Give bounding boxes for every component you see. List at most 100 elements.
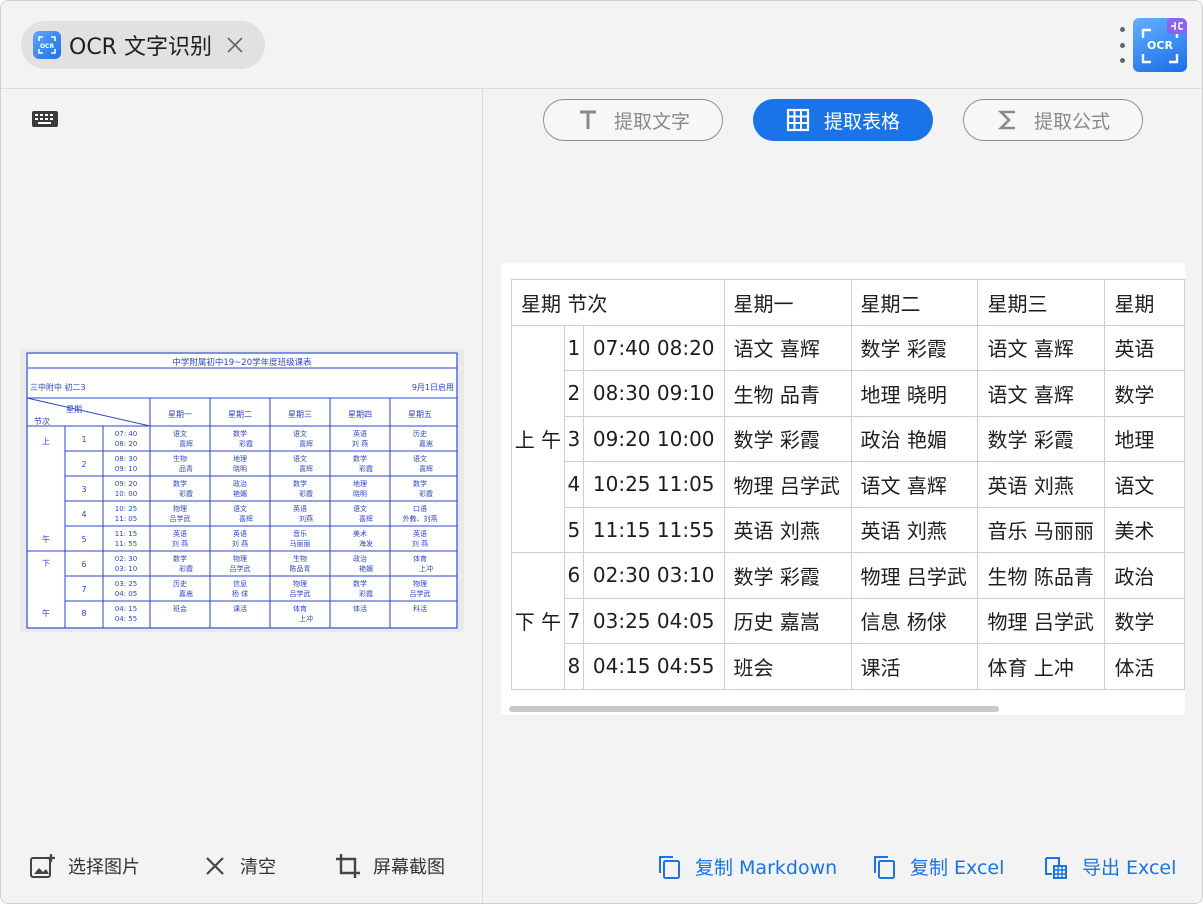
table-cell[interactable]: 体育 上冲 — [977, 643, 1106, 690]
svg-text:04: 05: 04: 05 — [115, 590, 137, 598]
table-scroll-area[interactable]: 星期 节次 星期一 星期二 星期三 星期 上 午 1 07:40 08:20 语… — [511, 279, 1185, 691]
table-cell[interactable]: 数学 彩霞 — [850, 324, 979, 371]
time-cell[interactable]: 08:30 09:10 — [582, 370, 725, 417]
table-cell[interactable]: 历史 嘉嵩 — [723, 597, 852, 644]
header-cell[interactable]: 星期一 — [723, 279, 852, 326]
svg-text:彩霞: 彩霞 — [419, 489, 433, 498]
table-cell[interactable]: 音乐 马丽丽 — [977, 506, 1106, 553]
svg-text:政治: 政治 — [353, 554, 367, 563]
table-cell[interactable]: 数学 彩霞 — [977, 415, 1106, 462]
time-cell[interactable]: 07:40 08:20 — [582, 324, 725, 371]
table-cell[interactable]: 数学 — [1104, 370, 1185, 417]
table-cell[interactable]: 生物 品青 — [723, 370, 852, 417]
header-cell[interactable]: 星期 — [1104, 279, 1185, 326]
section-cell[interactable]: 1 — [563, 324, 584, 371]
svg-text:午: 午 — [42, 608, 50, 618]
copy-excel-button[interactable]: 复制 Excel — [872, 853, 1004, 880]
section-cell[interactable]: 2 — [563, 370, 584, 417]
time-cell[interactable]: 10:25 11:05 — [582, 461, 725, 508]
table-cell[interactable]: 语文 — [1104, 461, 1185, 508]
svg-text:04: 55: 04: 55 — [115, 615, 137, 623]
extracted-table: 星期 节次 星期一 星期二 星期三 星期 上 午 1 07:40 08:20 语… — [511, 279, 1185, 690]
period-cell[interactable]: 下 午 — [511, 552, 565, 690]
table-cell[interactable]: 体活 — [1104, 643, 1185, 690]
table-cell[interactable]: 数学 — [1104, 597, 1185, 644]
clear-button[interactable]: 清空 — [202, 853, 276, 879]
ocr-app-logo[interactable]: OCR — [1133, 18, 1187, 72]
section-cell[interactable]: 4 — [563, 461, 584, 508]
table-cell[interactable]: 美术 — [1104, 506, 1185, 553]
table-cell[interactable]: 语文 喜辉 — [977, 370, 1106, 417]
section-cell[interactable]: 6 — [563, 552, 584, 599]
svg-text:08: 30: 08: 30 — [115, 455, 137, 463]
svg-text:数学: 数学 — [173, 479, 187, 488]
table-cell[interactable]: 英语 — [1104, 324, 1185, 371]
thumb-right-info: 9月1日启用 — [412, 382, 454, 392]
time-cell[interactable]: 03:25 04:05 — [582, 597, 725, 644]
source-image-thumbnail: 中学附属初中19~20学年度班级课表 三中附中 初二3 9月1日启用 星期 节次… — [20, 349, 464, 632]
table-cell[interactable]: 物理 吕学武 — [850, 552, 979, 599]
svg-text:数学: 数学 — [173, 554, 187, 563]
table-cell[interactable]: 政治 — [1104, 552, 1185, 599]
svg-text:语文: 语文 — [413, 454, 427, 463]
time-cell[interactable]: 02:30 03:10 — [582, 552, 725, 599]
period-cell[interactable]: 上 午 — [511, 324, 565, 553]
table-cell[interactable]: 数学 彩霞 — [723, 415, 852, 462]
time-cell[interactable]: 09:20 10:00 — [582, 415, 725, 462]
mode-extract-text-button[interactable]: 提取文字 — [543, 99, 723, 141]
table-cell[interactable]: 物理 吕学武 — [723, 461, 852, 508]
table-cell[interactable]: 英语 刘燕 — [977, 461, 1106, 508]
table-cell[interactable]: 物理 吕学武 — [977, 597, 1106, 644]
close-icon[interactable] — [224, 34, 246, 56]
section-cell[interactable]: 7 — [563, 597, 584, 644]
select-image-button[interactable]: 选择图片 — [30, 853, 140, 879]
table-cell[interactable]: 语文 喜辉 — [977, 324, 1106, 371]
export-excel-label: 导出 Excel — [1082, 857, 1177, 879]
svg-text:信息: 信息 — [233, 579, 247, 588]
thumb-col-wed: 星期三 — [288, 410, 312, 419]
section-cell[interactable]: 8 — [563, 643, 584, 690]
table-row: 2 08:30 09:10 生物 品青 地理 晓明 语文 喜辉 数学 — [512, 370, 1185, 417]
table-cell[interactable]: 英语 刘燕 — [850, 506, 979, 553]
svg-text:09: 10: 09: 10 — [115, 465, 137, 473]
table-cell[interactable]: 英语 刘燕 — [723, 506, 852, 553]
svg-text:陈品青: 陈品青 — [290, 564, 311, 573]
svg-text:外教、刘燕: 外教、刘燕 — [403, 514, 438, 523]
timetable-image: 中学附属初中19~20学年度班级课表 三中附中 初二3 9月1日启用 星期 节次… — [26, 352, 458, 629]
svg-text:刘 燕: 刘 燕 — [172, 539, 188, 548]
table-cell[interactable]: 班会 — [723, 643, 852, 690]
table-cell[interactable]: 课活 — [850, 643, 979, 690]
table-cell[interactable]: 语文 喜辉 — [723, 324, 852, 371]
copy-markdown-button[interactable]: 复制 Markdown — [657, 853, 837, 880]
section-cell[interactable]: 5 — [563, 506, 584, 553]
table-row: 7 03:25 04:05 历史 嘉嵩 信息 杨俅 物理 吕学武 数学 — [512, 597, 1185, 644]
source-actions: 选择图片 清空 屏幕截图 — [1, 841, 482, 891]
header-cell[interactable]: 星期二 — [850, 279, 979, 326]
section-cell[interactable]: 3 — [563, 415, 584, 462]
svg-text:科活: 科活 — [413, 604, 427, 613]
table-cell[interactable]: 信息 杨俅 — [850, 597, 979, 644]
export-excel-button[interactable]: 导出 Excel — [1044, 853, 1176, 880]
svg-text:物理: 物理 — [173, 504, 187, 513]
header-cell[interactable]: 星期 节次 — [511, 279, 725, 326]
time-cell[interactable]: 04:15 04:55 — [582, 643, 725, 690]
mode-extract-table-button[interactable]: 提取表格 — [753, 99, 933, 141]
horizontal-scrollbar[interactable] — [509, 706, 999, 712]
table-cell[interactable]: 地理 — [1104, 415, 1185, 462]
table-cell[interactable]: 地理 晓明 — [850, 370, 979, 417]
copy-markdown-label: 复制 Markdown — [695, 857, 838, 879]
time-cell[interactable]: 11:15 11:55 — [582, 506, 725, 553]
table-cell[interactable]: 生物 陈品青 — [977, 552, 1106, 599]
svg-text:口语: 口语 — [413, 504, 427, 513]
mode-extract-formula-button[interactable]: 提取公式 — [963, 99, 1143, 141]
keyboard-icon[interactable] — [31, 109, 59, 129]
screenshot-button[interactable]: 屏幕截图 — [335, 853, 445, 879]
header-cell[interactable]: 星期三 — [977, 279, 1106, 326]
table-cell[interactable]: 政治 艳媚 — [850, 415, 979, 462]
table-cell[interactable]: 数学 彩霞 — [723, 552, 852, 599]
ocr-tab[interactable]: OCR OCR 文字识别 — [21, 21, 265, 69]
table-cell[interactable]: 语文 喜辉 — [850, 461, 979, 508]
svg-text:09: 20: 09: 20 — [115, 480, 137, 488]
thumb-col-tue: 星期二 — [228, 410, 252, 419]
more-options-icon[interactable] — [1114, 27, 1130, 63]
